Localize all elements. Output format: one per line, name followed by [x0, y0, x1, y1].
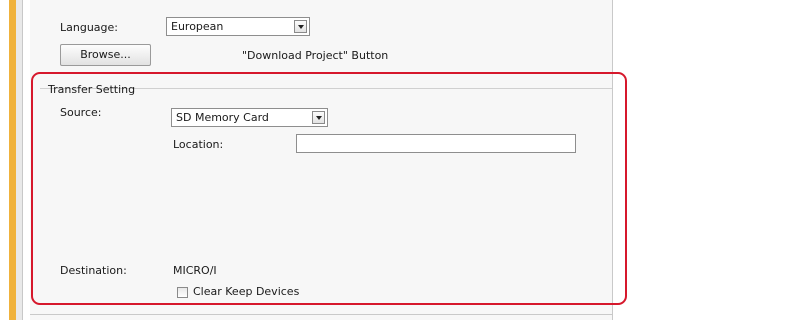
destination-label: Destination: — [60, 264, 127, 277]
language-label: Language: — [60, 21, 118, 34]
side-divider — [22, 0, 23, 320]
chevron-down-icon[interactable] — [294, 20, 307, 33]
browse-button[interactable]: Browse... — [60, 44, 151, 66]
language-select[interactable]: European — [166, 17, 310, 36]
chevron-down-icon[interactable] — [312, 111, 325, 124]
language-select-value: European — [171, 20, 224, 33]
download-project-description: "Download Project" Button — [242, 49, 389, 62]
source-select[interactable]: SD Memory Card — [171, 108, 328, 127]
destination-value: MICRO/I — [173, 264, 217, 277]
source-label: Source: — [60, 106, 102, 119]
clear-keep-devices-checkbox[interactable] — [177, 287, 188, 298]
location-input[interactable] — [296, 134, 576, 153]
source-select-value: SD Memory Card — [176, 111, 269, 124]
orange-side-bar — [9, 0, 16, 320]
transfer-setting-title: Transfer Setting — [48, 83, 136, 96]
location-label: Location: — [173, 138, 224, 151]
clear-keep-devices-label[interactable]: Clear Keep Devices — [193, 285, 299, 298]
